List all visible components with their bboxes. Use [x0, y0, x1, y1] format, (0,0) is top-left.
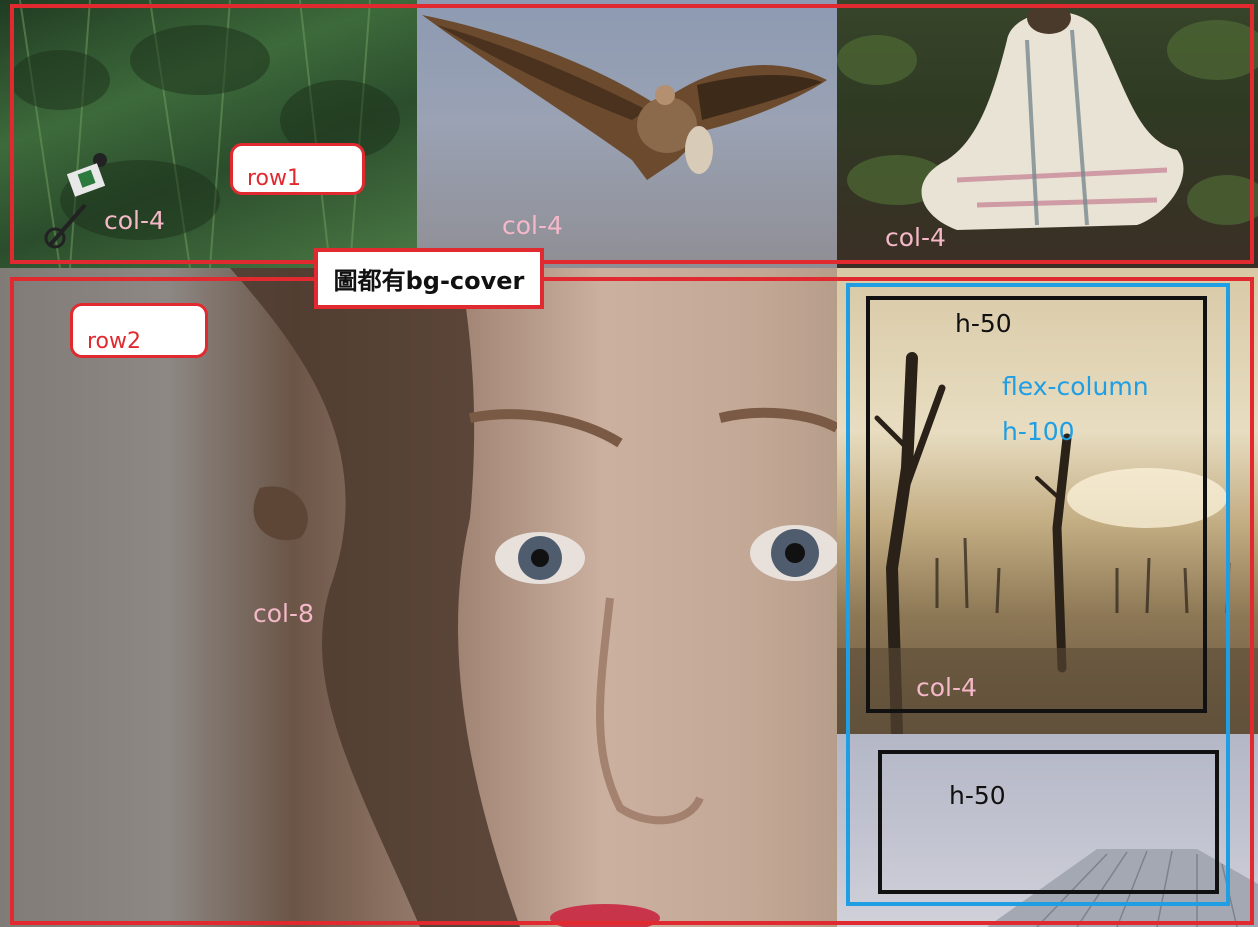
col4-dog-label: col-4	[885, 223, 946, 252]
col4-desert-label: col-4	[916, 673, 977, 702]
h50-top-label: h-50	[955, 309, 1012, 338]
h100-label: h-100	[1002, 417, 1075, 446]
h50-bottom-label: h-50	[949, 781, 1006, 810]
h50-bottom-outline	[878, 750, 1219, 894]
col4-vulture-label: col-4	[502, 211, 563, 240]
bg-cover-note: 圖都有bg-cover	[314, 248, 544, 309]
row1-label: row1	[230, 143, 365, 195]
col8-face-label: col-8	[253, 599, 314, 628]
h50-top-outline	[866, 296, 1207, 713]
col4-forest-label: col-4	[104, 206, 165, 235]
flex-column-label: flex-column	[1002, 372, 1149, 401]
row2-label: row2	[70, 303, 208, 358]
row1-outline	[10, 4, 1254, 264]
